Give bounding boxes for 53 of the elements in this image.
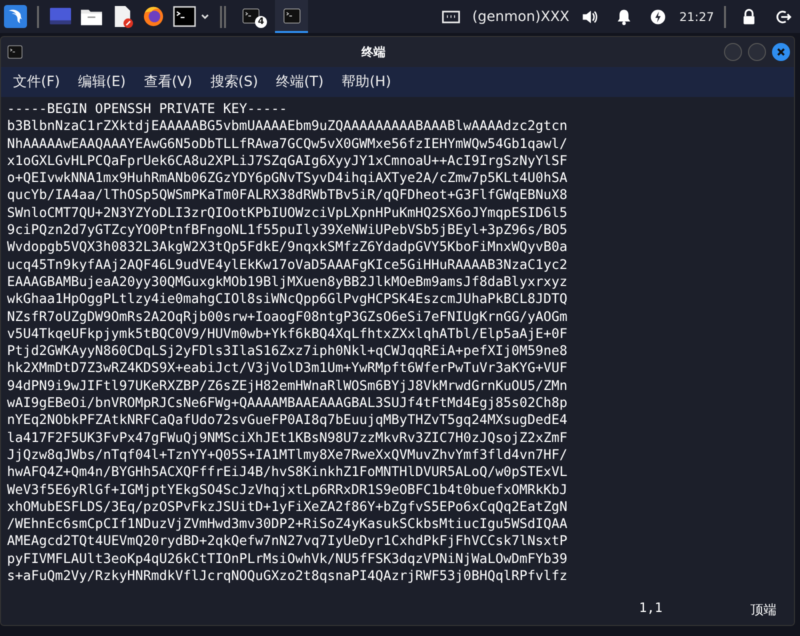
terminal-line: qucYb/IA4aa/lThOSp5QWSmPKaTm0FALRX38dRWbTBv5iR/qQFDheot+G3FlfGWqEBNuX8 <box>7 187 568 205</box>
menu-item[interactable]: 编辑(E) <box>78 73 126 91</box>
logout-icon[interactable] <box>774 8 792 26</box>
menu-item[interactable]: 帮助(H) <box>342 73 392 91</box>
menu-item[interactable]: 终端(T) <box>276 73 324 91</box>
menu-item[interactable]: 文件(F) <box>13 73 60 91</box>
terminal-line: JjQzw8qJWbs/nTqf04l+TznYY+Q05S+IA1MTlmy8Xe7RweXxQVMuvZhvYmf3fld4vn7HF/ <box>7 446 568 464</box>
terminal-line: WeV3f5E6yRlGf+IGMjptYEkgSO4ScJzVhqjxtLp6RRxDR1S9eOBFC1b4t0buefxOMRkKbJ <box>7 482 568 499</box>
terminal-line: NZsfR7oUZgDW9OmRs2A2OqRjb00srw+IoaogF08ntgP3GZsO6eSi7eFNIUgKrnGG/yAOGm <box>7 308 568 326</box>
terminal-line: 9ciPQzn2d7yGTZcyYO0PtnfBFngoNL1f55puIly39XeNWiUPebVSb5jBEyl+3pZ96s/BO5 <box>7 222 568 240</box>
browser-icon[interactable] <box>142 5 165 28</box>
terminal-line: EAAAGBAMBujeaA20yy30QMGuxgkMOb19BljMXuen8yBB2JlkMOeBm9amsJf8daBlyxrxyz <box>7 274 568 292</box>
terminal-line: v5U4TkqeUFkpjymk5tBQC0V9/HUVm0wb+Ykf6kBQ4XqLfhtxZXxlqhATbl/Elp5aAjE+0F <box>7 326 568 344</box>
terminal-icon <box>7 45 23 59</box>
terminal-line: 94dPN9i9wJIFtl97UKeRXZBP/Z6sZEjH82emHWnaRlWOSm6BYjJ8VkMrwdGrnKuOU5/ZMn <box>7 378 568 396</box>
terminal-line: AMEAgcd2TQt4UEVmQ20rydBD+2qkQefw7nN27vq7IyUeDyr1CxhdPkFjFhVCCsk7lNsxtP <box>7 533 568 551</box>
dragon-logo-icon[interactable] <box>4 5 27 28</box>
terminal-line: hk2XMmDtD7Z3wRZ4KDS9X+eabiJct/V3jVolD3m1Um+YwRMpft6WferPwTuVr3aKYG+VUF <box>7 360 568 378</box>
window-count: 4 <box>255 16 267 28</box>
terminal-line: SWnloCMT7QU+2N3YZYoDLI3zrQIOotKPbIUOWzciVpLXpnHPuKmHQ2SX6oJYmqpESID6l5 <box>7 204 568 222</box>
terminal-line: wkGhaa1HpOggPLtlzy4ie0mahgCIOl8siWNcQpp6GlPvgHCPSK4EszcmJUhaPkBCL8JDTQ <box>7 291 568 309</box>
terminal-line: Ptjd2GWKAyyN860CDqLSj2yFDls3IlaS16Zxz7iph0Nkl+qCWJqqREiA+pefXIj0M59ne8 <box>7 343 568 360</box>
terminal-line: la417F2F5UK3FvPx47gFWuQj9NMSciXhJEt1KBsN98U7zzMkvRv3ZIC7H0zJQsojZ2xZmF <box>7 430 568 447</box>
terminal-line: b3BlbnNzaC1rZXktdjEAAAAABG5vbmUAAAAEbm9uZQAAAAAAAAABAAABlwAAAAdzc2gtcn <box>7 118 568 136</box>
terminal-line: hwAFQ4Z+Qm4n/BYGHh5ACXQFffrEiJ4B/hvS8KinkhZ1FoMNTHlDVUR5ALoQ/w0pSTExVL <box>7 464 568 482</box>
terminal-line: s+aFuQm2Vy/RzkyHNRmdkVflJcrqNOQuGXzo2t8qsnaPI4QAzrjRWF53j0BHQqlRPfvlfz <box>7 568 568 586</box>
taskbar-button[interactable]: 4 <box>234 0 267 33</box>
terminal-icon <box>242 8 260 24</box>
close-button[interactable] <box>772 43 790 61</box>
close-icon <box>776 47 786 57</box>
taskbar-button[interactable] <box>275 0 308 33</box>
cursor-position: 1,1 <box>639 601 662 618</box>
menu-item[interactable]: 搜索(S) <box>210 73 258 91</box>
terminal-line: xhOMubESFLDS/3Eq/pzOSPvFkzJSUitD+1yFiXeZA2f86Y+bZgfvS5EPo6xCqQq2EatZgN <box>7 498 568 516</box>
terminal-line: -----BEGIN OPENSSH PRIVATE KEY----- <box>7 101 288 118</box>
chevron-down-icon[interactable] <box>200 12 210 22</box>
terminal-line: Wvdopgb5VQX3h0832L3AkgW2X3tQp5FdkE/9nqxkSMfzZ6YdadpGVY5KboFiMnxWQyvB0a <box>7 239 568 257</box>
terminal-icon[interactable] <box>173 5 196 28</box>
scroll-position: 顶端 <box>750 602 776 619</box>
terminal-line: /WEhnEc6smCpCIf1NDuzVjZVmHwd3mv30DP2+RiSoZ4yKasukSCkbsMtiucIgu5WSdIQAA <box>7 516 568 534</box>
terminal-line: nYEq2NObkPFZAtkNRFCaQafUdo72svGueFP0AI8q7bEuujqMByTHZvT5gq24MXsugDedE4 <box>7 412 568 430</box>
window-title: 终端 <box>360 44 386 60</box>
terminal-line: o+QEIvwkNNA1mx9HuhRmANb06ZGzYDY6pGNvTSyvD4ihqiAXTye2A/cZmw7p5KLt4U0hSA <box>7 170 568 188</box>
clock: 21:27 <box>679 10 714 24</box>
genmon-text: (genmon)XXX <box>472 8 570 24</box>
terminal-line: ucq45Tn9kyfAAj2AQF46L9udVE4ylEkKw17oVaD5AAAFgKIce5GiHHuRAAAAB3NzaC1yc2 <box>7 256 568 274</box>
terminal-line: wAI9gEBeOi/bnVROMpRJCsNe6FWg+QAAAAMBAAEAAAGBAL3SUJf4tFtMd4Egj85s02Ch8p <box>7 395 568 412</box>
terminal-line: x1oGXLGvHLPCQaFprUek6CA8u2XPLiJ7SZqGAIg6XyyJY1xCmnoaU++AcI9IrgSzNyYlSF <box>7 152 568 170</box>
terminal-line: pyFIVMFLAUlt3eoKp4qU26kCtTIOnPLrMsiOwhVk/NU5fFSK3dqzVPNiNjWaLOwDmFYb39 <box>7 550 568 568</box>
terminal-line: NhAAAAAwEAAQAAAYEAwG6N5oDbTLLfRAwa7GCQw5vX0GWMxe56fzIEHYmWQw54Gb1qawl/ <box>7 136 568 153</box>
menu-item[interactable]: 查看(V) <box>144 73 192 91</box>
terminal-icon <box>282 8 300 24</box>
power-icon[interactable] <box>649 8 668 26</box>
